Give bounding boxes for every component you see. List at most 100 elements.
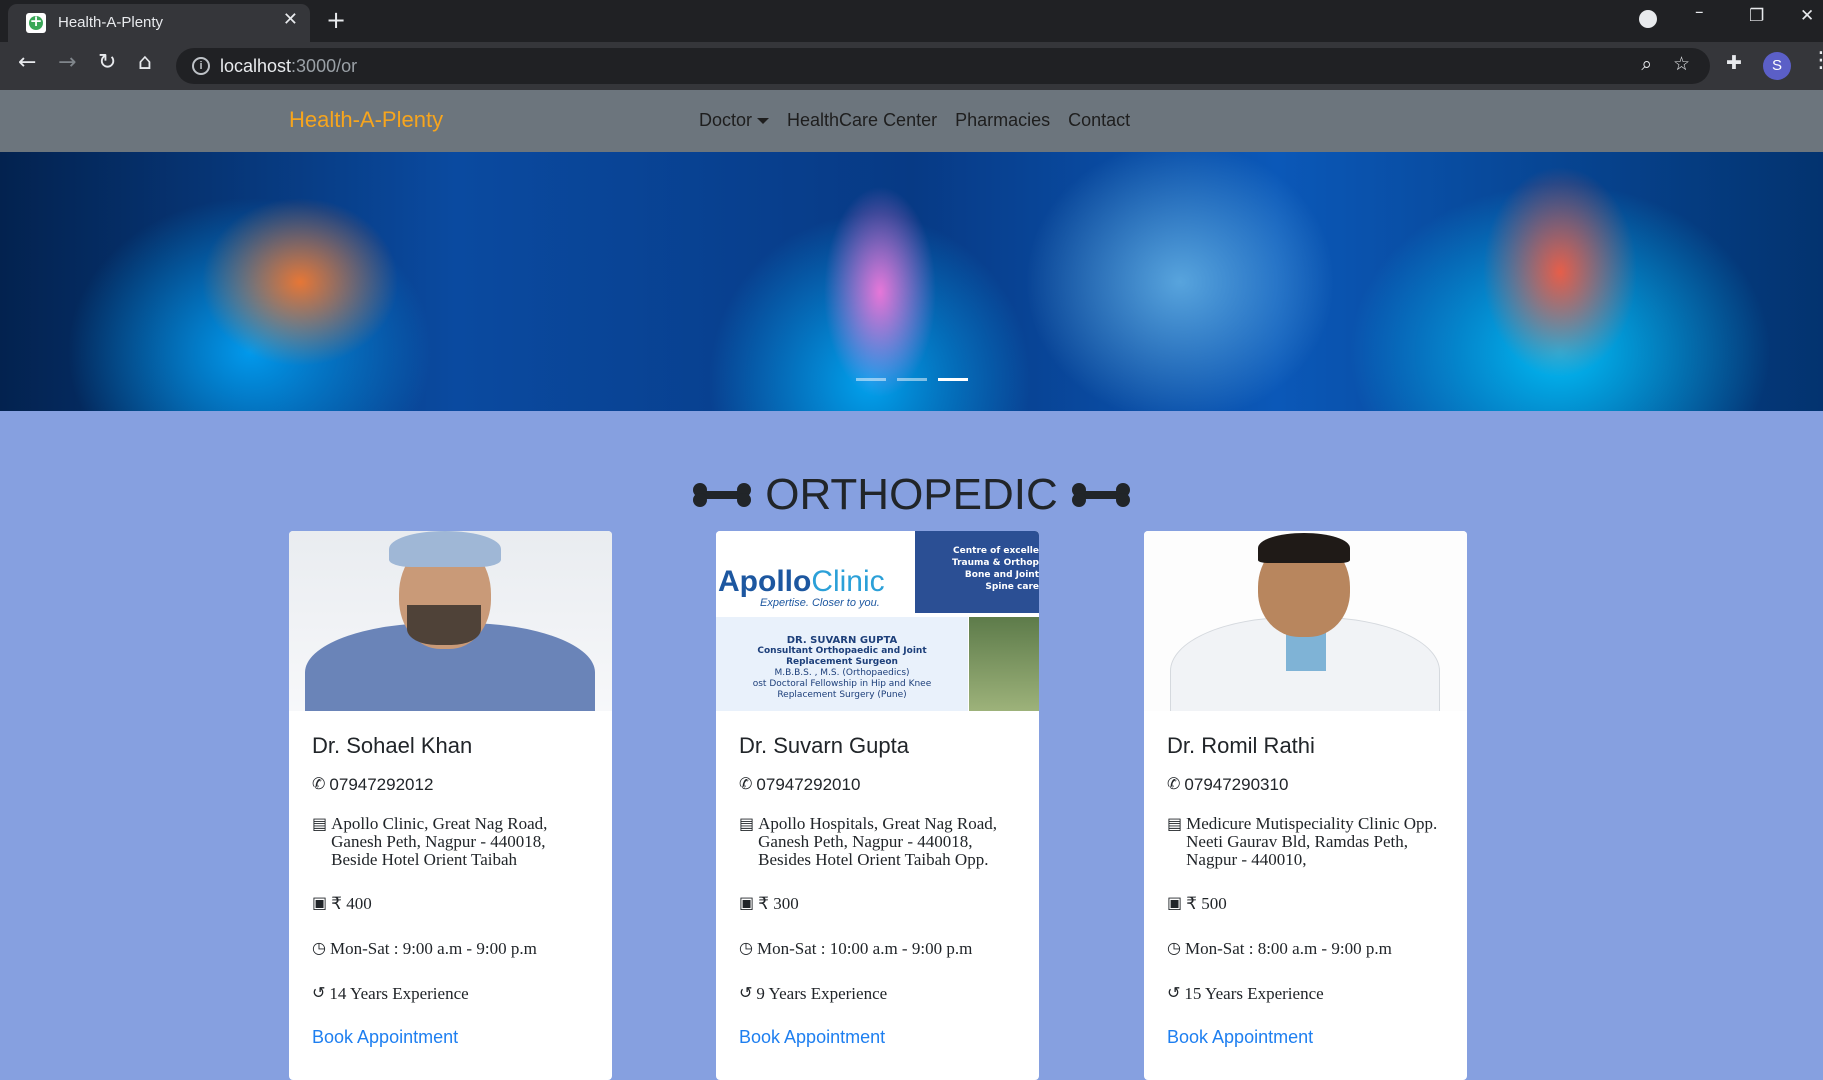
apollo-logo: ApolloClinic [718,565,885,599]
doctor-name: Dr. Suvarn Gupta [739,733,909,758]
address-bar[interactable]: i localhost:3000/or ⌕ ☆ [176,48,1710,84]
tab-title: Health-A-Plenty [58,14,164,31]
book-appointment-link[interactable]: Book Appointment [739,1027,885,1047]
browser-tabstrip: Health-A-Plenty ✕ + – ❐ ✕ [0,0,1823,42]
brand-logo[interactable]: Health-A-Plenty [289,107,443,133]
apollo-tagline: Expertise. Closer to you. [760,597,880,609]
logo-sub: Clinic [811,565,885,598]
banner-line: Spine care [985,582,1039,592]
doctor-phone: 07947292012 [329,775,434,794]
doctor-hours: Mon-Sat : 8:00 a.m - 9:00 p.m [1184,939,1392,958]
credentials-panel: DR. SUVARN GUPTA Consultant Orthopaedic … [716,617,968,711]
history-icon: ↺ [312,983,326,1002]
doctor-address: Apollo Clinic, Great Nag Road, Ganesh Pe… [331,814,548,869]
bookmark-star-icon[interactable]: ☆ [1673,53,1690,75]
menu-icon[interactable]: ⋮ [1810,48,1823,73]
minimize-icon[interactable]: – [1695,2,1704,22]
book-appointment-link[interactable]: Book Appointment [1167,1027,1313,1047]
hero-carousel [0,152,1823,411]
close-tab-icon[interactable]: ✕ [283,9,298,30]
doctor-card: Dr. Sohael Khan ✆ 07947292012 ▤ Apollo Cli… [289,531,612,1080]
doctor-photo [1144,531,1467,711]
doctor-name: Dr. Romil Rathi [1167,733,1315,758]
url-host: localhost [220,56,292,76]
doctor-experience: 14 Years Experience [329,984,469,1003]
credential-line: ost Doctoral Fellowship in Hip and Knee [752,679,932,689]
url-path: :3000/or [291,56,358,76]
reload-icon[interactable]: ↻ [98,50,116,75]
extensions-icon[interactable]: ✚ [1726,52,1742,74]
doctor-card: Dr. Romil Rathi ✆ 07947290310 ▤ Medicure M… [1144,531,1467,1080]
doctor-fee: ₹ 500 [1186,894,1227,913]
back-icon[interactable]: ← [18,50,36,75]
doctor-fee: ₹ 300 [758,894,799,913]
carousel-indicator-3[interactable] [938,378,968,381]
close-window-icon[interactable]: ✕ [1800,6,1814,26]
credential-line: Replacement Surgery (Pune) [777,690,907,700]
new-tab-icon[interactable]: + [326,6,346,34]
nav-doctor-dropdown[interactable]: Doctor [699,110,770,131]
tab-search-icon[interactable] [1639,10,1657,28]
browser-tab[interactable]: Health-A-Plenty ✕ [8,4,310,42]
doctor-fee: ₹ 400 [331,894,372,913]
doctor-experience: 9 Years Experience [756,984,888,1003]
history-icon: ↺ [739,983,753,1002]
site-info-icon[interactable]: i [192,57,210,75]
money-icon: ▣ [312,893,328,912]
address-card-icon: ▤ [739,814,755,833]
credential-line: Replacement Surgeon [786,657,898,667]
doctor-phone: 07947290310 [1184,775,1289,794]
zoom-icon[interactable]: ⌕ [1641,53,1652,75]
bone-icon [1071,483,1130,507]
doctor-phone: 07947292010 [756,775,861,794]
bone-icon [693,483,752,507]
credential-line: M.B.B.S. , M.S. (Orthopaedics) [774,668,910,678]
site-navbar: Health-A-Plenty Doctor HealthCare Center… [0,90,1823,152]
address-card-icon: ▤ [312,814,328,833]
browser-toolbar: ← → ↻ ⌂ i localhost:3000/or ⌕ ☆ ✚ S ⋮ [0,42,1823,90]
doctor-name: Dr. Sohael Khan [312,733,473,758]
doctor-address: Apollo Hospitals, Great Nag Road, Ganesh… [758,814,998,869]
credential-line: DR. SUVARN GUPTA [786,635,898,646]
caret-down-icon [757,117,770,124]
logo-main: Apollo [718,565,812,598]
profile-avatar[interactable]: S [1763,52,1791,80]
clock-icon: ◷ [739,938,753,957]
doctor-hours: Mon-Sat : 10:00 a.m - 9:00 p.m [756,939,973,958]
nav-doctor-label: Doctor [699,110,753,130]
history-icon: ↺ [1167,983,1181,1002]
doctor-thumbnail [969,617,1039,711]
book-appointment-link[interactable]: Book Appointment [312,1027,458,1047]
phone-icon: ✆ [1167,774,1181,793]
banner-line: Bone and Joint [964,570,1039,580]
doctor-address: Medicure Mutispeciality Clinic Opp. Neet… [1186,814,1438,869]
doctor-photo [289,531,612,711]
nav-pharmacies[interactable]: Pharmacies [955,110,1050,131]
banner-line: Trauma & Orthop [951,558,1039,568]
doctor-photo: Centre of excelle Trauma & Orthop Bone a… [716,531,1039,711]
doctor-card: Centre of excelle Trauma & Orthop Bone a… [716,531,1039,1080]
nav-contact[interactable]: Contact [1068,110,1130,131]
money-icon: ▣ [1167,893,1183,912]
banner-line: Centre of excelle [953,546,1039,556]
clock-icon: ◷ [312,938,326,957]
doctor-hours: Mon-Sat : 9:00 a.m - 9:00 p.m [329,939,537,958]
doctor-experience: 15 Years Experience [1184,984,1324,1003]
money-icon: ▣ [739,893,755,912]
nav-links: Doctor HealthCare Center Pharmacies Cont… [699,110,1148,131]
restore-icon[interactable]: ❐ [1749,6,1764,26]
home-icon[interactable]: ⌂ [138,50,152,75]
phone-icon: ✆ [739,774,753,793]
forward-icon[interactable]: → [58,50,76,75]
carousel-indicator-2[interactable] [897,378,927,381]
section-title-text: ORTHOPEDIC [765,470,1058,519]
apollo-banner: Centre of excelle Trauma & Orthop Bone a… [915,531,1039,613]
url-text: localhost:3000/or [220,56,357,77]
phone-icon: ✆ [312,774,326,793]
carousel-indicator-1[interactable] [856,378,886,381]
credential-line: Consultant Orthopaedic and Joint [757,646,927,656]
address-card-icon: ▤ [1167,814,1183,833]
section-title: ORTHOPEDIC [0,470,1823,520]
favicon-icon [26,12,46,33]
nav-healthcare-center[interactable]: HealthCare Center [787,110,937,131]
